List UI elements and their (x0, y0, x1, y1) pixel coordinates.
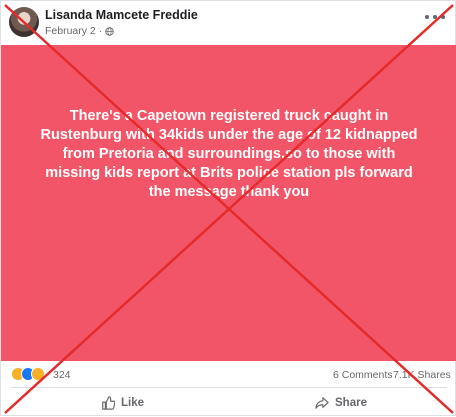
globe-icon (105, 26, 115, 36)
divider (11, 387, 447, 388)
post-date[interactable]: February 2 (45, 25, 96, 37)
share-arrow-icon (315, 397, 329, 409)
avatar[interactable] (9, 7, 39, 37)
reaction-icons[interactable] (11, 367, 45, 381)
facebook-post-card: Lisanda Mamcete Freddie February 2 · The… (0, 0, 456, 416)
reactions-bar: 324 6 Comments 7.1K Shares (1, 363, 456, 385)
shares-count[interactable]: 7.1K Shares (393, 369, 451, 381)
share-label: Share (335, 397, 367, 409)
post-meta: February 2 · (45, 25, 115, 37)
like-button[interactable]: Like (101, 391, 144, 415)
separator-dot: · (98, 25, 103, 37)
author-name[interactable]: Lisanda Mamcete Freddie (45, 8, 198, 22)
comments-count[interactable]: 6 Comments (333, 369, 393, 381)
post-text-background (1, 45, 456, 361)
post-actions: Like Share (1, 389, 456, 417)
post-message: There's a Capetown registered truck caug… (40, 108, 418, 200)
like-label: Like (121, 397, 145, 409)
share-button[interactable]: Share (315, 391, 367, 415)
thumbs-up-icon (102, 396, 115, 410)
reaction-count[interactable]: 324 (53, 369, 71, 381)
wow-reaction-icon (31, 367, 45, 381)
more-options-icon[interactable] (425, 11, 445, 23)
post-header: Lisanda Mamcete Freddie February 2 · (1, 1, 456, 45)
